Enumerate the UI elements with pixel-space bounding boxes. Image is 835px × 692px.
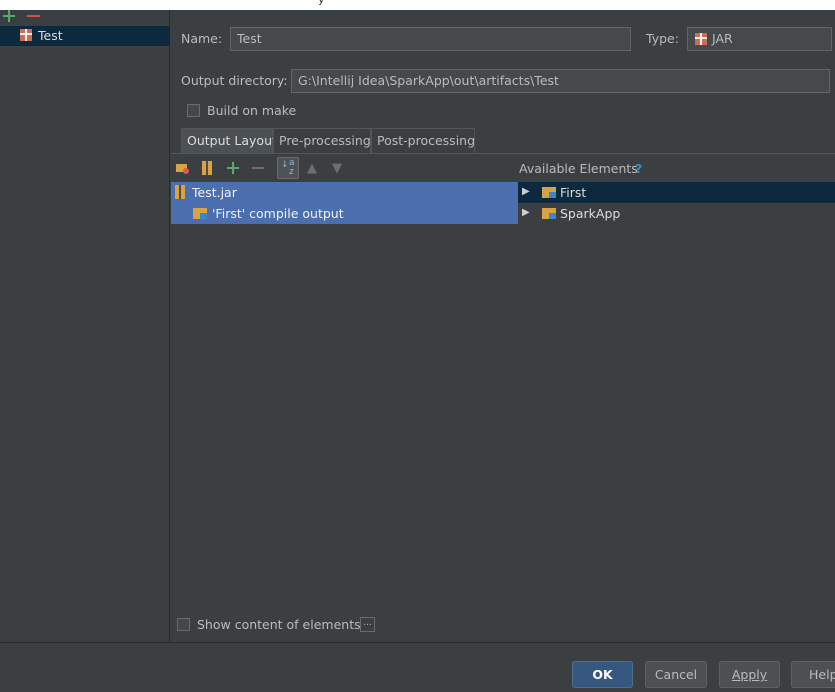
artifacts-sidebar bbox=[0, 10, 170, 642]
jar-type-icon bbox=[695, 33, 707, 45]
type-label: Type: bbox=[646, 31, 679, 46]
jar-file-icon bbox=[175, 185, 185, 199]
add-element-icon[interactable] bbox=[227, 161, 241, 175]
window-title-strip bbox=[0, 0, 835, 10]
available-item-label: First bbox=[560, 185, 587, 200]
type-select[interactable]: JAR bbox=[687, 27, 832, 51]
ok-button[interactable]: OK bbox=[572, 661, 633, 688]
name-label: Name: bbox=[181, 31, 223, 46]
sort-elements-icon[interactable]: ↓ a z bbox=[277, 157, 299, 179]
expand-arrow-icon[interactable]: ▶ bbox=[522, 207, 530, 218]
build-on-make-checkbox[interactable] bbox=[187, 104, 200, 117]
sidebar-item-test[interactable]: Test bbox=[0, 26, 170, 46]
available-item-sparkapp[interactable]: ▶ SparkApp bbox=[518, 203, 835, 224]
output-directory-field[interactable]: G:\Intellij Idea\SparkApp\out\artifacts\… bbox=[291, 69, 830, 93]
window-title-fragment: y bbox=[318, 0, 325, 6]
build-on-make-label: Build on make bbox=[207, 103, 297, 118]
help-button[interactable]: Help bbox=[791, 661, 835, 688]
apply-button-label: Apply bbox=[731, 667, 768, 682]
gift-icon bbox=[20, 29, 32, 41]
name-field[interactable]: Test bbox=[230, 27, 631, 51]
tab-output-layout[interactable]: Output Layout bbox=[181, 128, 277, 154]
show-content-label: Show content of elements bbox=[197, 617, 361, 632]
footer-divider bbox=[0, 642, 835, 643]
tree-node-jar[interactable]: Test.jar bbox=[171, 182, 518, 203]
remove-element-icon[interactable] bbox=[252, 161, 266, 175]
add-artifact-icon[interactable] bbox=[3, 10, 15, 22]
help-icon[interactable]: ? bbox=[635, 161, 642, 176]
module-output-icon bbox=[193, 208, 207, 219]
expand-arrow-icon[interactable]: ▶ bbox=[522, 186, 530, 197]
tree-node-label: 'First' compile output bbox=[212, 206, 344, 221]
module-folder-icon bbox=[542, 208, 556, 219]
create-directory-icon[interactable] bbox=[176, 161, 190, 175]
remove-artifact-icon[interactable] bbox=[27, 15, 40, 17]
type-select-value: JAR bbox=[712, 31, 733, 46]
tab-divider bbox=[171, 153, 835, 154]
available-elements-title: Available Elements bbox=[519, 161, 638, 176]
apply-button[interactable]: Apply bbox=[719, 661, 780, 688]
move-up-icon[interactable]: ▲ bbox=[307, 161, 321, 176]
tree-node-label: Test.jar bbox=[192, 185, 237, 200]
module-folder-icon bbox=[542, 187, 556, 198]
cancel-button[interactable]: Cancel bbox=[645, 661, 707, 688]
move-down-icon[interactable]: ▼ bbox=[332, 161, 346, 176]
tree-node-compile-output[interactable]: 'First' compile output bbox=[171, 203, 518, 224]
show-content-checkbox[interactable] bbox=[177, 618, 190, 631]
show-content-options-button[interactable]: ... bbox=[360, 617, 375, 632]
create-archive-icon[interactable] bbox=[201, 161, 215, 175]
sidebar-item-label: Test bbox=[38, 28, 63, 43]
tab-pre-processing[interactable]: Pre-processing bbox=[273, 128, 371, 154]
available-item-first[interactable]: ▶ First bbox=[518, 182, 835, 203]
available-item-label: SparkApp bbox=[560, 206, 621, 221]
tab-post-processing[interactable]: Post-processing bbox=[371, 128, 475, 154]
output-directory-label: Output directory: bbox=[181, 73, 288, 88]
output-layout-tree[interactable]: Test.jar 'First' compile output bbox=[171, 182, 518, 224]
